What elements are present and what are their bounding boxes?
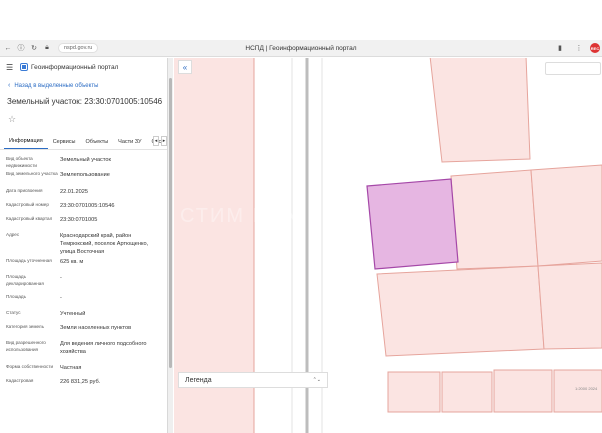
reload-icon[interactable]: ↻ — [29, 43, 39, 53]
attribute-row: Площадь декларированная - — [6, 274, 161, 294]
attribute-key: Адрес — [6, 232, 20, 237]
attribute-key: Вид объекта недвижимости — [6, 156, 37, 168]
attribute-key: Площадь — [6, 294, 26, 299]
attribute-value: Земельный участок — [60, 157, 111, 163]
attribute-row: Вид разрешенного использования Для ведени… — [6, 340, 161, 364]
attribute-row: Вид объекта недвижимости Земельный участо… — [6, 156, 161, 171]
attribute-value: Земли населенных пунктов — [60, 325, 132, 331]
tab-objects[interactable]: Объекты — [80, 134, 113, 149]
attribute-row: Площадь уточненная 625 кв. м — [6, 258, 161, 274]
attribute-value: - — [60, 295, 62, 301]
attribute-list: Вид объекта недвижимости Земельный участо… — [0, 156, 167, 392]
portal-logo-icon — [20, 63, 28, 71]
attribute-key: Площадь декларированная — [6, 274, 44, 286]
attribute-value: Частная — [60, 365, 82, 371]
back-arrow-icon[interactable]: ← — [3, 43, 13, 53]
map-search-box[interactable] — [545, 62, 601, 75]
attribute-value: 23:30:0701005:10546 — [60, 203, 115, 209]
tabs-scroll-left-icon[interactable]: ◂ — [153, 136, 159, 146]
attribute-value: 226 831,25 руб. — [60, 379, 101, 385]
attribute-key: Вид земельного участка — [6, 171, 58, 176]
parcel[interactable] — [387, 371, 441, 413]
attribute-key: Категория земель — [6, 324, 44, 329]
selected-parcel[interactable] — [366, 178, 459, 270]
attribute-key: Дата присвоения — [6, 188, 43, 193]
attribute-row: Статус Учтенный — [6, 310, 161, 324]
attribute-row: Форма собственности Частная — [6, 364, 161, 378]
chevron-left-icon: ‹ — [8, 82, 11, 89]
tab-services[interactable]: Сервисы — [48, 134, 81, 149]
attribute-row: Вид земельного участка Землепользование — [6, 171, 161, 188]
url-text: nspd.gov.ru — [64, 45, 93, 51]
parcel[interactable] — [553, 369, 602, 413]
parcel[interactable] — [376, 265, 545, 357]
panel-header: ☰ Геоинформационный портал — [0, 58, 167, 76]
attribute-value: 23:30:0701005 — [60, 217, 98, 223]
tabs-scroll-right-icon[interactable]: ▸ — [161, 136, 167, 146]
tab-parcel-parts[interactable]: Части ЗУ — [113, 134, 146, 149]
attribute-value: Учтенный — [60, 311, 86, 317]
attribute-row: Кадастровый квартал 23:30:0701005 — [6, 216, 161, 232]
parcel[interactable] — [429, 58, 531, 163]
info-tabs: Информация Сервисы Объекты Части ЗУ Сост… — [0, 134, 167, 150]
attribute-row: Адрес Краснодарский край, район Темрюкски… — [6, 232, 161, 258]
attribute-value: Землепользование — [60, 172, 110, 178]
tab-information[interactable]: Информация — [4, 134, 48, 149]
panel-scrollbar[interactable] — [168, 58, 173, 433]
bookmark-icon[interactable]: ▮ — [555, 43, 565, 53]
attribute-key: Вид разрешенного использования — [6, 340, 46, 352]
attribute-value: Краснодарский край, район Темрюкский, по… — [60, 233, 149, 256]
attribute-row: Категория земель Земли населенных пунктов — [6, 324, 161, 340]
collapse-panel-icon[interactable]: « — [178, 60, 192, 74]
browser-toolbar: ← ⓘ ↻ 🔒︎ nspd.gov.ru НСПД | Геоинформаци… — [0, 40, 602, 57]
attribute-value: Для ведения личного подсобного хозяйства — [60, 341, 147, 356]
attribute-row: Кадастровый номер 23:30:0701005:10546 — [6, 202, 161, 216]
hamburger-menu-icon[interactable]: ☰ — [6, 63, 16, 72]
attribute-row: Кадастровая 226 831,25 руб. — [6, 378, 161, 392]
attribute-value: 22.01.2025 — [60, 189, 88, 195]
back-to-selected-link[interactable]: ‹ Назад в выделенные объекты — [0, 82, 167, 89]
lock-icon: 🔒︎ — [45, 44, 49, 51]
info-icon[interactable]: ⓘ — [16, 43, 26, 53]
attribute-value: 625 кв. м — [60, 259, 84, 265]
portal-name: Геоинформационный портал — [31, 63, 119, 71]
attribute-key: Форма собственности — [6, 364, 54, 369]
attribute-key: Кадастровый квартал — [6, 216, 53, 221]
parcel[interactable] — [537, 262, 602, 350]
parcel[interactable] — [450, 169, 539, 270]
map-scale-caption: 1:2000 2024 — [575, 386, 598, 391]
parcel[interactable] — [441, 371, 493, 413]
attribute-row: Дата присвоения 22.01.2025 — [6, 188, 161, 202]
attribute-key: Кадастровый номер — [6, 202, 49, 207]
back-link-label: Назад в выделенные объекты — [14, 82, 99, 89]
attribute-value: - — [60, 275, 62, 281]
object-info-panel: ☰ Геоинформационный портал ‹ Назад в выд… — [0, 58, 168, 433]
attribute-row: Площадь - — [6, 294, 161, 310]
rec-badge[interactable]: REC — [590, 43, 600, 53]
favorite-star-icon[interactable]: ☆ — [0, 114, 167, 126]
parcel[interactable] — [493, 369, 553, 413]
scrollbar-thumb[interactable] — [169, 78, 172, 368]
chevron-updown-icon: ⌃⌄ — [312, 377, 321, 383]
legend-dropdown[interactable]: Легенда ⌃⌄ — [178, 372, 328, 388]
attribute-key: Статус — [6, 310, 21, 315]
parcel[interactable] — [530, 164, 602, 267]
object-title: Земельный участок: 23:30:0701005:10546 — [7, 97, 163, 106]
legend-label: Легенда — [185, 376, 212, 384]
attribute-key: Площадь уточненная — [6, 258, 52, 263]
address-bar[interactable]: nspd.gov.ru — [58, 43, 99, 53]
attribute-key: Кадастровая — [6, 378, 34, 383]
menu-icon[interactable]: ⋮ — [574, 43, 584, 53]
